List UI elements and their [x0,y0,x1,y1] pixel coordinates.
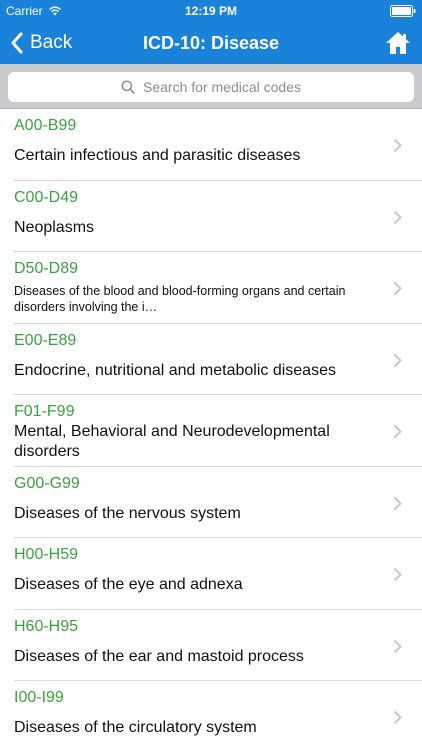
list-item[interactable]: D50-D89 Diseases of the blood and blood-f… [0,252,422,324]
item-code: F01-F99 [14,403,75,420]
back-button[interactable]: Back [10,22,72,64]
chevron-right-icon [393,710,402,725]
item-title: Diseases of the blood and blood-forming … [14,279,374,319]
item-title: Mental, Behavioral and Neurodevelopmenta… [14,422,374,462]
status-bar: Carrier 12:19 PM [0,0,422,22]
item-title-text: Diseases of the ear and mastoid process [14,647,304,665]
chevron-right-icon [393,424,402,439]
item-title-text: Mental, Behavioral and Neurodevelopmenta… [14,423,330,460]
item-title: Diseases of the ear and mastoid process [14,637,374,677]
item-title-text: Certain infectious and parasitic disease… [14,147,301,164]
item-title-text: Diseases of the circulatory system [14,719,257,736]
chevron-right-icon [393,353,402,367]
item-title: Certain infectious and parasitic disease… [14,136,374,176]
status-time: 12:19 PM [184,4,238,18]
search-icon [121,80,135,94]
back-label: Back [30,32,73,53]
item-code: H60-H95 [14,617,79,635]
chevron-right-icon [393,281,402,296]
chevron-left-icon [11,32,23,54]
item-title: Diseases of the circulatory system [14,708,374,748]
list-item[interactable]: F01-F99 Mental, Behavioral and Neurodevel… [0,395,422,467]
home-icon[interactable] [384,29,412,57]
chevron-right-icon [393,138,402,153]
list-item[interactable]: C00-D49 Neoplasms [0,180,422,252]
list-item[interactable]: H00-H59 Diseases of the eye and adnexa [0,538,422,610]
disease-list: A00-B99 Certain infectious and parasitic … [0,109,422,750]
item-title-text: Diseases of the nervous system [14,504,241,522]
item-title-text: Neoplasms [14,218,95,236]
chevron-right-icon [393,639,402,653]
list-item[interactable]: A00-B99 Certain infectious and parasitic … [0,109,422,181]
chevron-right-icon [393,210,402,224]
item-title-text: Diseases of the eye and adnexa [14,576,243,593]
item-code: D50-D89 [14,260,79,277]
chevron-right-icon [393,567,402,582]
item-code: E00-E89 [14,331,77,349]
item-title-text: Endocrine, nutritional and metabolic dis… [14,361,336,379]
list-item[interactable]: I00-I99 Diseases of the circulatory syste… [0,681,422,750]
item-title: Neoplasms [14,208,374,248]
item-title: Endocrine, nutritional and metabolic dis… [14,351,374,391]
battery-icon [390,5,416,17]
item-code: C00-D49 [14,188,79,206]
item-title: Diseases of the nervous system [14,494,374,534]
search-area: Search for medical codes [0,64,422,109]
item-code: H00-H59 [14,546,79,563]
list-item[interactable]: G00-G99 Diseases of the nervous system [0,466,422,538]
list-item[interactable]: E00-E89 Endocrine, nutritional and metabo… [0,323,422,395]
search-input[interactable]: Search for medical codes [8,72,414,102]
item-title-text: Diseases of the blood and blood-forming … [14,284,346,314]
search-placeholder: Search for medical codes [143,79,301,95]
list-item[interactable]: H60-H95 Diseases of the ear and mastoid p… [0,609,422,681]
item-title: Diseases of the eye and adnexa [14,565,374,605]
item-code: I00-I99 [14,689,64,706]
item-code: G00-G99 [14,474,80,492]
navigation-bar: Back ICD-10: Disease [0,22,422,64]
item-code: A00-B99 [14,117,77,134]
chevron-right-icon [393,496,402,510]
